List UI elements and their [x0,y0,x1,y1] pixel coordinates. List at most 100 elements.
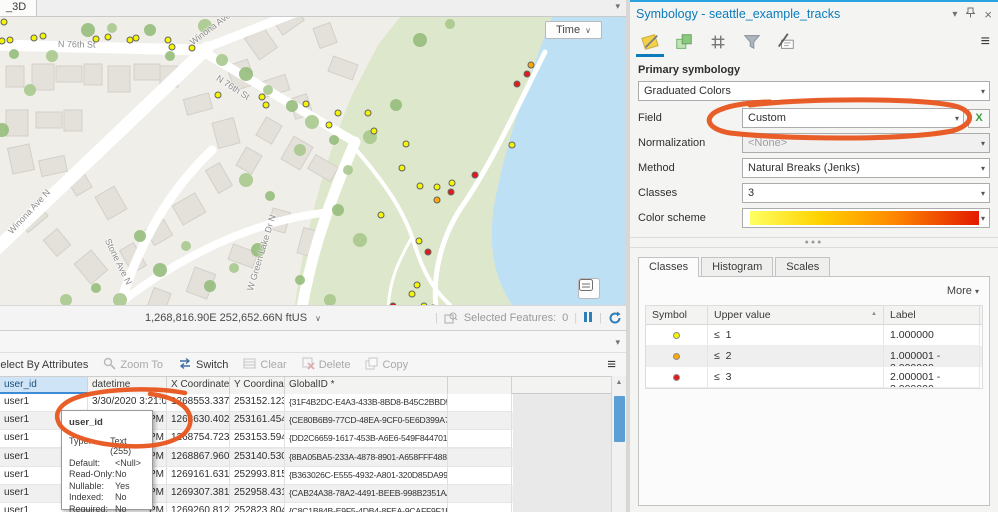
vary-symbology-tab-icon[interactable] [672,30,696,54]
class-label[interactable]: 2.000001 - 3.000000 [884,367,980,388]
map-feature-dot[interactable] [378,212,385,219]
table-cell[interactable] [448,503,512,512]
set-expression-button[interactable]: X [968,109,990,128]
class-symbol-dot[interactable] [673,374,680,381]
table-cell[interactable] [448,394,512,412]
column-header-globalid-[interactable]: GlobalID * [285,377,448,394]
tab-scales[interactable]: Scales [775,257,830,277]
map-feature-dot[interactable] [7,37,14,44]
table-cell[interactable]: {8BA05BA5-233A-4878-8901-A658FFF48825} [285,449,448,467]
table-cell[interactable]: 253153.594212 [230,430,285,448]
map-feature-dot[interactable] [524,71,531,78]
map-feature-dot[interactable] [189,45,196,52]
map-feature-dot[interactable] [434,184,441,191]
coordinates-readout[interactable]: 1,268,816.90E 252,652.66N ftUS ∨ [145,312,321,324]
class-label[interactable]: 1.000001 - 2.000000 [884,346,980,367]
column-header-user-id[interactable]: user_id [0,377,88,394]
advanced-symbology-tab-icon[interactable] [774,30,798,54]
column-header-y-coordinate[interactable]: Y Coordinate [230,377,285,394]
classes-column-symbol[interactable]: Symbol [646,306,708,324]
scroll-up-icon[interactable]: ▲ [612,376,626,386]
map-feature-dot[interactable] [93,36,100,43]
table-cell[interactable]: {CAB24A38-78A2-4491-BEEB-998B2351AAC4} [285,485,448,503]
toolbar-switch-button[interactable]: Switch [178,357,228,373]
map-feature-dot[interactable] [528,62,535,69]
filter-tab-icon[interactable] [740,30,764,54]
map-feature-dot[interactable] [434,197,441,204]
map-overview-button[interactable] [578,278,600,299]
column-header-empty[interactable] [448,377,512,394]
map-feature-dot[interactable] [335,110,342,117]
table-cell[interactable] [448,412,512,430]
map-feature-dot[interactable] [425,249,432,256]
pane-options-icon[interactable]: ▾ [615,337,620,348]
panel-splitter[interactable]: ●●● [630,237,998,248]
map-feature-dot[interactable] [31,35,38,42]
panel-dropdown-icon[interactable]: ▾ [952,9,957,20]
table-cell[interactable]: 253161.454432 [230,412,285,430]
map-feature-dot[interactable] [133,35,140,42]
renderer-dropdown[interactable]: Graduated Colors ▾ [638,81,990,101]
refresh-button[interactable] [608,311,622,325]
map-view-tab[interactable]: _3D [0,0,37,16]
class-upper-value[interactable]: ≤ 3 [708,367,884,388]
time-button[interactable]: Time ∨ [545,21,602,39]
table-cell[interactable] [448,449,512,467]
table-cell[interactable]: {C8C1B84B-E9F5-4DB4-8FEA-9CAFF9F1E12A} [285,503,448,512]
classes-column-upper-value[interactable]: Upper value▲ [708,306,884,324]
map-feature-dot[interactable] [365,110,372,117]
class-row[interactable]: ≤ 32.000001 - 3.000000 [646,367,982,388]
table-cell[interactable]: 1268553.337153 [167,394,230,412]
table-cell[interactable]: 253140.530918 [230,449,285,467]
map-feature-dot[interactable] [303,101,310,108]
symbol-layer-drawing-tab-icon[interactable] [706,30,730,54]
map-feature-dot[interactable] [409,291,416,298]
map-feature-dot[interactable] [326,122,333,129]
table-cell[interactable] [448,467,512,485]
map-feature-dot[interactable] [399,165,406,172]
map-feature-dot[interactable] [169,44,176,51]
map-feature-dot[interactable] [416,238,423,245]
column-header-x-coordinate[interactable]: X Coordinate [167,377,230,394]
table-cell[interactable]: 252958.431216 [230,485,285,503]
table-cell[interactable]: 1269307.381905 [167,485,230,503]
map-feature-dot[interactable] [215,92,222,99]
class-symbol-dot[interactable] [673,353,680,360]
close-icon[interactable]: × [984,7,992,22]
map-feature-dot[interactable] [259,94,266,101]
table-cell[interactable]: {DD2C6659-1617-453B-A6E6-549F84470134} [285,430,448,448]
class-label[interactable]: 1.000000 [884,325,980,346]
map-feature-dot[interactable] [105,34,112,41]
map-feature-dot[interactable] [40,33,47,40]
table-cell[interactable]: 252823.804189 [230,503,285,512]
tabstrip-overflow-icon[interactable]: ▾ [615,1,620,12]
map-feature-dot[interactable] [448,189,455,196]
color-scheme-dropdown[interactable]: ▾ [742,208,990,228]
method-dropdown[interactable]: Natural Breaks (Jenks)▾ [742,158,990,178]
scrollbar-thumb[interactable] [614,396,625,442]
table-cell[interactable]: 1269260.812444 [167,503,230,512]
table-vertical-scrollbar[interactable]: ▲ [611,376,626,512]
map-feature-dot[interactable] [449,180,456,187]
map-feature-dot[interactable] [472,172,479,179]
map-feature-dot[interactable] [509,142,516,149]
map-canvas[interactable]: N 76th StWinona AveN 76th StWinona Ave N… [0,17,626,305]
table-cell[interactable]: 1269161.63154 [167,467,230,485]
class-symbol-dot[interactable] [673,332,680,339]
map-feature-dot[interactable] [417,183,424,190]
primary-symbology-tab-icon[interactable] [638,30,662,54]
table-cell[interactable]: 1268867.960212 [167,449,230,467]
table-cell[interactable] [448,485,512,503]
classes-dropdown[interactable]: 3▾ [742,183,990,203]
tab-histogram[interactable]: Histogram [701,257,773,277]
class-row[interactable]: ≤ 11.000000 [646,325,982,346]
table-cell[interactable]: {B363026C-E555-4932-A801-320D85DA9925} [285,467,448,485]
map-feature-dot[interactable] [514,81,521,88]
pause-drawing-button[interactable] [583,312,593,325]
table-cell[interactable]: 1268630.402288 [167,412,230,430]
map-feature-dot[interactable] [1,19,8,26]
classes-column-label[interactable]: Label [884,306,980,324]
pin-icon[interactable] [966,7,975,21]
class-upper-value[interactable]: ≤ 1 [708,325,884,346]
table-cell[interactable]: {CE80B6B9-77CD-48EA-9CF0-5E6D399A7F72} [285,412,448,430]
